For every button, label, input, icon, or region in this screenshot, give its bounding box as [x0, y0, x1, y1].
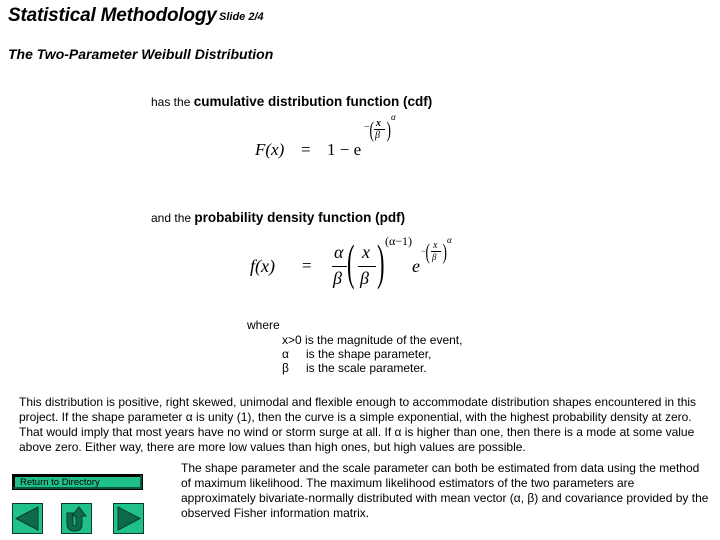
pdf-coef-bar [332, 266, 347, 267]
cdf-equals: = [301, 140, 311, 159]
definition-alpha: α is the shape parameter, [282, 347, 431, 361]
cdf-rhs-base: 1 − e [327, 140, 362, 159]
return-to-directory-button[interactable]: Return to Directory [12, 474, 143, 490]
cdf-exp-power: α [391, 112, 396, 122]
definition-symbol: β [282, 361, 289, 375]
pdf-label: probability density function (pdf) [194, 210, 406, 225]
left-arrow-icon [14, 506, 39, 531]
cdf-prefix: has the [151, 95, 191, 109]
pdf-exp-num: x [433, 240, 438, 251]
definition-x: x>0 is the magnitude of the event, [282, 333, 462, 347]
definition-text: is the shape parameter, [306, 347, 432, 361]
description-paragraph: This distribution is positive, right ske… [19, 395, 697, 454]
definition-text: is the scale parameter. [306, 361, 427, 375]
pdf-right-paren: ) [377, 234, 385, 290]
section-subtitle: The Two-Parameter Weibull Distribution [8, 46, 274, 62]
definition-symbol: α [282, 347, 289, 361]
pdf-formula: f(x) = α β ( x β ) (α−1) e − ( x β ) α [250, 234, 460, 296]
pdf-left-paren: ( [347, 234, 355, 290]
pdf-frac-bar [358, 266, 376, 267]
slide-number: Slide 2/4 [219, 11, 264, 23]
pdf-intro: and the probability density function (pd… [151, 210, 405, 225]
pdf-frac-den: β [360, 268, 369, 288]
where-label: where [247, 318, 280, 332]
previous-slide-button[interactable] [12, 503, 43, 534]
cdf-exp-den: β [375, 130, 380, 141]
pdf-exp-den: β [432, 252, 437, 262]
pdf-frac-num: x [362, 242, 370, 262]
next-slide-button[interactable] [113, 503, 144, 534]
cdf-label: cumulative distribution function (cdf) [193, 94, 433, 109]
u-turn-arrow-icon [66, 506, 88, 532]
cdf-intro: has the cumulative distribution function… [151, 94, 432, 109]
definition-text: is the magnitude of the event, [305, 333, 463, 347]
return-button[interactable] [61, 503, 92, 534]
right-arrow-icon [117, 506, 142, 531]
pdf-prefix: and the [151, 211, 192, 225]
pdf-coef-num: α [334, 242, 344, 262]
pdf-lhs: f(x) [250, 256, 275, 276]
cdf-left-paren: ( [369, 117, 374, 142]
cdf-lhs: F(x) [255, 140, 285, 159]
pdf-coef-den: β [333, 268, 342, 288]
pdf-power: (α−1) [385, 234, 413, 248]
pdf-exp-left-paren: ( [425, 239, 430, 264]
pdf-e: e [412, 256, 420, 276]
pdf-exp-power: α [447, 235, 452, 245]
pdf-equals: = [302, 256, 312, 275]
cdf-formula: F(x) = 1 − e − ( x β ) α [255, 112, 405, 166]
estimation-paragraph: The shape parameter and the scale parame… [181, 461, 709, 520]
cdf-exp-num: x [376, 118, 381, 129]
definition-symbol: x>0 [282, 333, 302, 347]
page-title: Statistical Methodology [8, 5, 217, 26]
definition-beta: β is the scale parameter. [282, 361, 427, 375]
